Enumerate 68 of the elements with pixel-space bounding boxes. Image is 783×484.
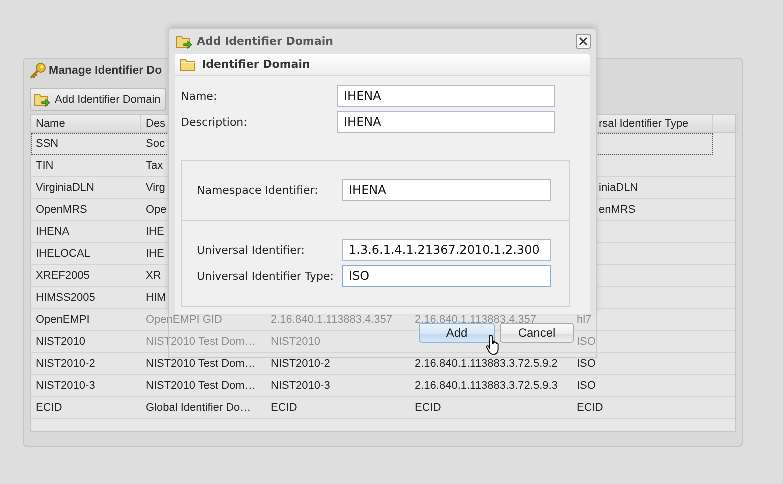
input-field[interactable]: ISO [342, 265, 551, 287]
column-header[interactable]: Name [36, 118, 66, 130]
table-cell: 2.16.840.1.113883.4.357 [415, 314, 537, 326]
input-field[interactable]: IHENA [337, 111, 555, 133]
table-cell: XR [146, 270, 162, 282]
table-cell: HIM [146, 292, 166, 304]
folder-arrow-icon [34, 92, 51, 108]
table-cell: OpenEMPI GID [146, 314, 222, 326]
table-cell: ISO [577, 358, 596, 370]
table-cell: VirginiaDLN [36, 182, 94, 194]
table-cell: XREF2005 [36, 270, 90, 282]
input-field[interactable]: 1.3.6.1.4.1.21367.2010.1.2.300 [342, 239, 551, 261]
field-label: Universal Identifier: [197, 244, 306, 256]
table-cell: NIST2010-3 [36, 380, 96, 392]
table-cell: hl7 [577, 314, 592, 326]
field-label: Name: [181, 90, 218, 102]
table-cell: NIST2010-2 [271, 358, 330, 370]
table-cell: OpenMRS [36, 204, 88, 216]
table-cell: Virg [146, 182, 166, 194]
key-icon [29, 62, 47, 80]
close-button[interactable] [576, 34, 591, 49]
table-cell: IHELOCAL [36, 248, 90, 260]
table-cell: NIST2010 [271, 336, 321, 348]
field-label: Universal Identifier Type: [197, 270, 335, 282]
table-cell: ECID [36, 402, 62, 414]
table-cell: NIST2010-3 [271, 380, 330, 392]
folder-icon [180, 58, 196, 72]
hand-cursor-icon [486, 334, 502, 356]
table-cell: NIST2010 Test Dom… [146, 358, 256, 370]
table-cell: IHENA [36, 226, 70, 238]
table-cell: ECID [577, 402, 604, 414]
table-cell: NIST2010 Test Dom… [146, 380, 256, 392]
table-cell: ECID [271, 402, 298, 414]
table-cell: ISO [577, 336, 596, 348]
panel-title: Manage Identifier Do [49, 65, 162, 77]
table-cell: Soc [146, 138, 165, 150]
table-cell: IHE [146, 226, 164, 238]
table-cell: NIST2010-2 [36, 358, 96, 370]
dialog-button[interactable]: Cancel [500, 323, 574, 343]
table-cell: IHE [146, 248, 164, 260]
close-icon [579, 37, 588, 46]
table-cell: OpenEMPI [36, 314, 90, 326]
dialog-button[interactable]: Add [419, 323, 495, 343]
table-cell: Ope [146, 204, 167, 216]
folder-arrow-icon [176, 34, 193, 50]
dialog-title: Add Identifier Domain [197, 35, 334, 48]
column-header[interactable]: Des [146, 118, 166, 130]
table-cell: 2.16.840.1.113883.3.72.5.9.2 [415, 358, 558, 370]
add-domain-button[interactable]: Add Identifier Domain [30, 88, 166, 111]
table-cell: HIMSS2005 [36, 292, 96, 304]
field-label: Namespace Identifier: [197, 184, 320, 196]
field-label: Description: [181, 116, 248, 128]
table-cell: TIN [36, 160, 54, 172]
table-cell: Tax [146, 160, 164, 172]
table-cell: enMRS [599, 204, 636, 216]
table-cell: 2.16.840.1.113883.4.357 [271, 314, 393, 326]
table-cell: 2.16.840.1.113883.3.72.5.9.3 [415, 380, 558, 392]
table-cell: NIST2010 [36, 336, 86, 348]
table-cell: ECID [415, 402, 442, 414]
table-cell: iniaDLN [599, 182, 638, 194]
panel-title: Identifier Domain [202, 58, 310, 71]
table-cell: ISO [577, 380, 596, 392]
table-cell: SSN [36, 138, 59, 150]
input-field[interactable]: IHENA [342, 179, 551, 201]
table-cell: Global Identifier Do… [146, 402, 252, 414]
table-cell: NIST2010 Test Dom… [146, 336, 256, 348]
column-header[interactable]: rsal Identifier Type [599, 118, 689, 130]
input-field[interactable]: IHENA [337, 85, 555, 107]
